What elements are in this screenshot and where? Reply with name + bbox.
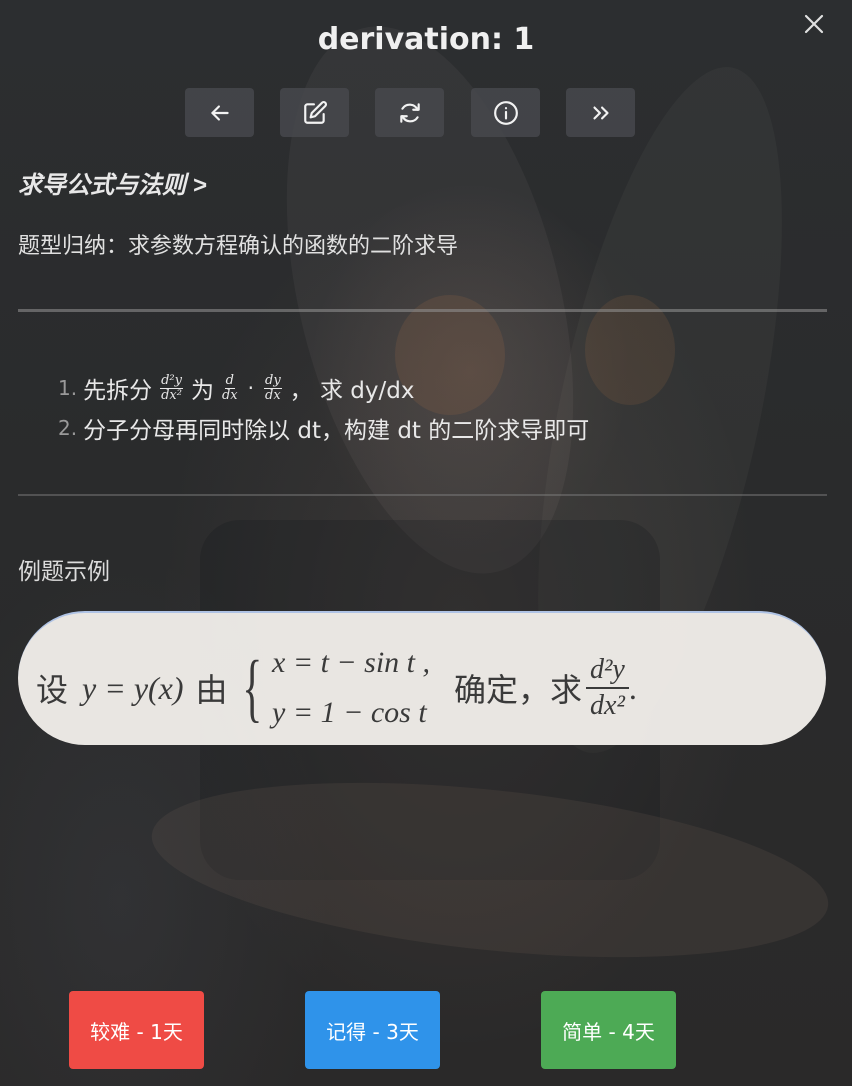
steps-list: 1. 先拆分 d²y dx² 为 d dx · dy dx ， 求 dy/dx … xyxy=(58,368,589,448)
fraction-d-dx: d dx xyxy=(221,372,238,403)
step-text-pre: 先拆分 xyxy=(83,378,153,404)
example-by: 由 xyxy=(195,672,228,708)
edit-button[interactable] xyxy=(280,88,349,137)
fraction-numerator: dy xyxy=(264,372,282,389)
divider xyxy=(18,494,827,496)
example-brace: { xyxy=(241,646,262,730)
derivative-numerator: d²y xyxy=(586,653,629,689)
fraction-denominator: dx xyxy=(221,387,238,403)
example-function: y = y(x) xyxy=(82,669,184,706)
example-prefix: 设 xyxy=(36,672,69,708)
fraction-d2y-dx2: d²y dx² xyxy=(160,372,183,403)
refresh-icon xyxy=(399,102,420,123)
fraction-denominator: dx xyxy=(265,387,281,403)
double-chevron-right-icon xyxy=(592,106,609,119)
example-system: x = t − sin t , y = 1 − cos t xyxy=(272,638,430,738)
step-text-post: ， 求 dy/dx xyxy=(289,378,415,404)
divider xyxy=(18,309,827,312)
example-suffix: 确定，求 xyxy=(454,672,583,708)
hard-button[interactable]: 较难 - 1天 xyxy=(69,991,204,1069)
example-line-1: x = t − sin t , xyxy=(272,646,431,679)
refresh-button[interactable] xyxy=(375,88,444,137)
good-button[interactable]: 记得 - 3天 xyxy=(305,991,440,1069)
example-equation: 设 y = y(x) 由 { x = t − sin t , y = 1 − c… xyxy=(36,643,816,733)
next-button[interactable] xyxy=(566,88,635,137)
example-image: 设 y = y(x) 由 { x = t − sin t , y = 1 − c… xyxy=(18,611,826,745)
toolbar xyxy=(0,88,852,138)
arrow-left-icon xyxy=(210,104,229,121)
back-button[interactable] xyxy=(185,88,254,137)
step-number: 2. xyxy=(58,416,78,440)
list-item: 2. 分子分母再同时除以 dt，构建 dt 的二阶求导即可 xyxy=(58,408,589,448)
easy-button[interactable]: 简单 - 4天 xyxy=(541,991,676,1069)
background-art xyxy=(0,0,852,1086)
derivative-denominator: dx² xyxy=(590,690,625,721)
breadcrumb[interactable]: 求导公式与法则 > xyxy=(18,165,207,200)
step-number: 1. xyxy=(58,376,78,400)
example-line-2: y = 1 − cos t xyxy=(272,696,427,729)
fraction-numerator: d²y xyxy=(160,372,183,389)
edit-icon xyxy=(303,100,327,124)
example-derivative: d²y dx² xyxy=(586,653,629,723)
info-icon xyxy=(493,100,518,125)
page-title: derivation: 1 xyxy=(317,22,535,57)
example-label: 例题示例 xyxy=(18,559,110,585)
question-type-subtitle: 题型归纳：求参数方程确认的函数的二阶求导 xyxy=(18,234,459,259)
example-period: . xyxy=(628,669,637,706)
background-arms xyxy=(143,754,837,986)
fraction-numerator: d xyxy=(224,372,235,389)
list-item: 1. 先拆分 d²y dx² 为 d dx · dy dx ， 求 dy/dx xyxy=(58,368,589,408)
fraction-dy-dx: dy dx xyxy=(264,372,282,403)
multiply-dot: · xyxy=(247,376,254,400)
info-button[interactable] xyxy=(471,88,540,137)
step-text-mid: 为 xyxy=(190,378,214,404)
step-text: 分子分母再同时除以 dt，构建 dt 的二阶求导即可 xyxy=(83,418,590,444)
fraction-denominator: dx² xyxy=(161,387,182,403)
